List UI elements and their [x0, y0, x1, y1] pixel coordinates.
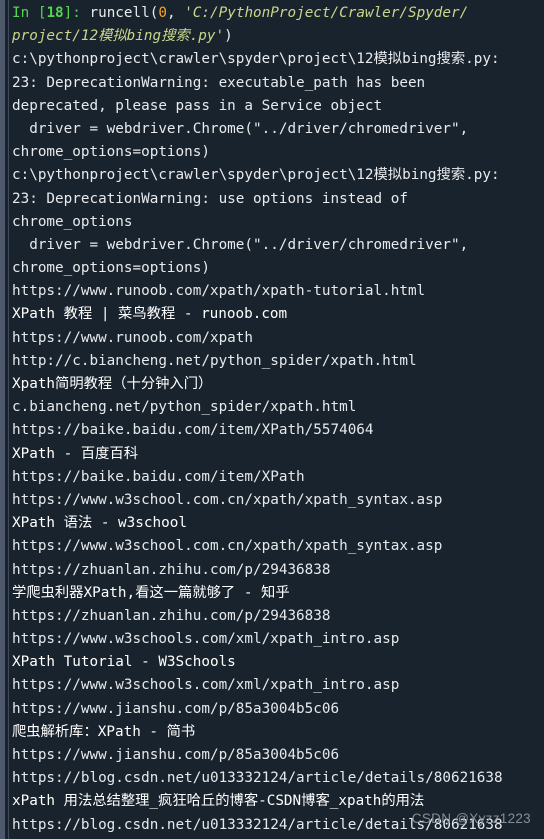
warning-code-text-2: chrome_options=options) — [12, 144, 210, 161]
warning-message-text-1: 23: DeprecationWarning: use options inst… — [12, 190, 408, 207]
ipython-console-window: In [18]: runcell(0, 'C:/PythonProject/Cr… — [0, 0, 544, 839]
result-display-url-text: https://www.w3school.com.cn/xpath/xpath_… — [12, 538, 443, 555]
result-display-url-line: https://zhuanlan.zhihu.com/p/29436838 — [12, 605, 540, 628]
input-prompt-line-1: In [18]: runcell(0, 'C:/PythonProject/Cr… — [12, 2, 540, 25]
result-display-url-text: https://www.jianshu.com/p/85a3004b5c06 — [12, 747, 340, 763]
warning-code-text-1: driver = webdriver.Chrome("../driver/chr… — [12, 236, 469, 253]
runcell-close-paren: ) — [224, 28, 233, 45]
warning-path-text: c:\pythonproject\crawler\spyder\project\… — [12, 51, 500, 68]
result-url-text: http://c.biancheng.net/python_spider/xpa… — [12, 352, 417, 369]
result-title-text: XPath 语法 - w3school — [12, 515, 187, 532]
result-display-url-line: https://www.runoob.com/xpath — [12, 327, 540, 350]
result-url-line: https://baike.baidu.com/item/XPath/55740… — [12, 419, 540, 442]
warning-message-line: 23: DeprecationWarning: use options inst… — [12, 188, 540, 211]
result-title-text: XPath Tutorial - W3Schools — [12, 654, 236, 671]
runcell-arg-separator: , — [166, 5, 185, 21]
result-display-url-text: https://zhuanlan.zhihu.com/p/29436838 — [12, 607, 331, 624]
result-url-line: https://zhuanlan.zhihu.com/p/29436838 — [12, 559, 540, 582]
result-url-line: http://c.biancheng.net/python_spider/xpa… — [12, 350, 540, 373]
warning-message-line: chrome_options — [12, 211, 540, 234]
result-url-line: https://www.w3schools.com/xml/xpath_intr… — [12, 628, 540, 651]
warning-path-text: c:\pythonproject\crawler\spyder\project\… — [12, 167, 500, 184]
result-url-text: https://baike.baidu.com/item/XPath/55740… — [12, 422, 374, 439]
result-display-url-text: https://www.runoob.com/xpath — [12, 329, 254, 346]
result-title-line: XPath 教程 | 菜鸟教程 - runoob.com — [12, 303, 540, 326]
prompt-label-open: In [ — [12, 5, 47, 21]
result-url-text: https://www.w3schools.com/xml/xpath_intr… — [12, 631, 400, 648]
result-title-line: 爬虫解析库：XPath - 简书 — [12, 721, 540, 744]
runcell-path-string-part-2: project/12模拟bing搜索.py' — [12, 28, 225, 45]
runcell-command-name: runcell( — [89, 5, 159, 21]
result-display-url-line: https://www.w3schools.com/xml/xpath_intr… — [12, 674, 540, 697]
result-title-text: XPath - 百度百科 — [12, 445, 139, 462]
result-title-text: 学爬虫利器XPath,看这一篇就够了 - 知乎 — [12, 584, 290, 601]
result-title-line: XPath 语法 - w3school — [12, 512, 540, 535]
input-prompt-line-2: project/12模拟bing搜索.py') — [12, 25, 540, 48]
runcell-path-string-part-1: 'C:/PythonProject/Crawler/Spyder/ — [184, 5, 469, 21]
runcell-arg-number: 0 — [158, 5, 167, 21]
warning-message-line: 23: DeprecationWarning: executable_path … — [12, 72, 540, 95]
result-display-url-line: https://www.jianshu.com/p/85a3004b5c06 — [12, 744, 540, 767]
result-title-line: XPath Tutorial - W3Schools — [12, 651, 540, 674]
result-url-line: https://blog.csdn.net/u013332124/article… — [12, 767, 540, 790]
warning-code-line: driver = webdriver.Chrome("../driver/chr… — [12, 118, 540, 141]
result-display-url-line: c.biancheng.net/python_spider/xpath.html — [12, 396, 540, 419]
result-display-url-text: https://baike.baidu.com/item/XPath — [12, 468, 305, 485]
warning-message-text-2: chrome_options — [12, 213, 133, 230]
warning-code-line: chrome_options=options) — [12, 141, 540, 164]
prompt-execution-count: 18 — [46, 5, 64, 21]
result-url-text: https://www.runoob.com/xpath/xpath-tutor… — [12, 283, 426, 300]
warning-code-text-1: driver = webdriver.Chrome("../driver/chr… — [12, 120, 469, 137]
warning-path-line: c:\pythonproject\crawler\spyder\project\… — [12, 48, 540, 71]
result-title-text: Xpath简明教程（十分钟入门） — [12, 376, 213, 392]
warning-message-text-1: 23: DeprecationWarning: executable_path … — [12, 74, 426, 91]
warning-message-text-2: deprecated, please pass in a Service obj… — [12, 97, 383, 114]
result-title-line: XPath - 百度百科 — [12, 443, 540, 466]
result-title-text: XPath 教程 | 菜鸟教程 - runoob.com — [12, 306, 288, 323]
result-url-line: https://www.w3school.com.cn/xpath/xpath_… — [12, 489, 540, 512]
result-display-url-text: https://www.w3schools.com/xml/xpath_intr… — [12, 677, 400, 694]
result-url-text: https://www.w3school.com.cn/xpath/xpath_… — [12, 491, 443, 508]
result-title-text: 爬虫解析库：XPath - 简书 — [12, 723, 196, 740]
csdn-watermark: CSDN @Xyzz1223 — [411, 811, 531, 826]
result-url-text: https://www.jianshu.com/p/85a3004b5c06 — [12, 700, 340, 717]
result-display-url-line: https://www.w3school.com.cn/xpath/xpath_… — [12, 535, 540, 558]
result-url-text: https://zhuanlan.zhihu.com/p/29436838 — [12, 561, 331, 578]
result-display-url-line: https://baike.baidu.com/item/XPath — [12, 466, 540, 489]
warning-code-line: driver = webdriver.Chrome("../driver/chr… — [12, 234, 540, 257]
warning-message-line: deprecated, please pass in a Service obj… — [12, 95, 540, 118]
result-title-line: Xpath简明教程（十分钟入门） — [12, 373, 540, 396]
result-url-text: https://blog.csdn.net/u013332124/article… — [12, 770, 503, 787]
prompt-label-close: ]: — [63, 5, 90, 21]
result-title-text: xPath 用法总结整理_疯狂哈丘的博客-CSDN博客_xpath的用法 — [12, 793, 425, 810]
console-output-area[interactable]: In [18]: runcell(0, 'C:/PythonProject/Cr… — [9, 0, 544, 839]
result-url-line: https://www.jianshu.com/p/85a3004b5c06 — [12, 698, 540, 721]
warning-code-text-2: chrome_options=options) — [12, 260, 210, 277]
warning-code-line: chrome_options=options) — [12, 257, 540, 280]
result-url-line: https://www.runoob.com/xpath/xpath-tutor… — [12, 280, 540, 303]
warning-path-line: c:\pythonproject\crawler\spyder\project\… — [12, 164, 540, 187]
result-title-line: 学爬虫利器XPath,看这一篇就够了 - 知乎 — [12, 582, 540, 605]
result-display-url-text: c.biancheng.net/python_spider/xpath.html — [12, 399, 357, 416]
